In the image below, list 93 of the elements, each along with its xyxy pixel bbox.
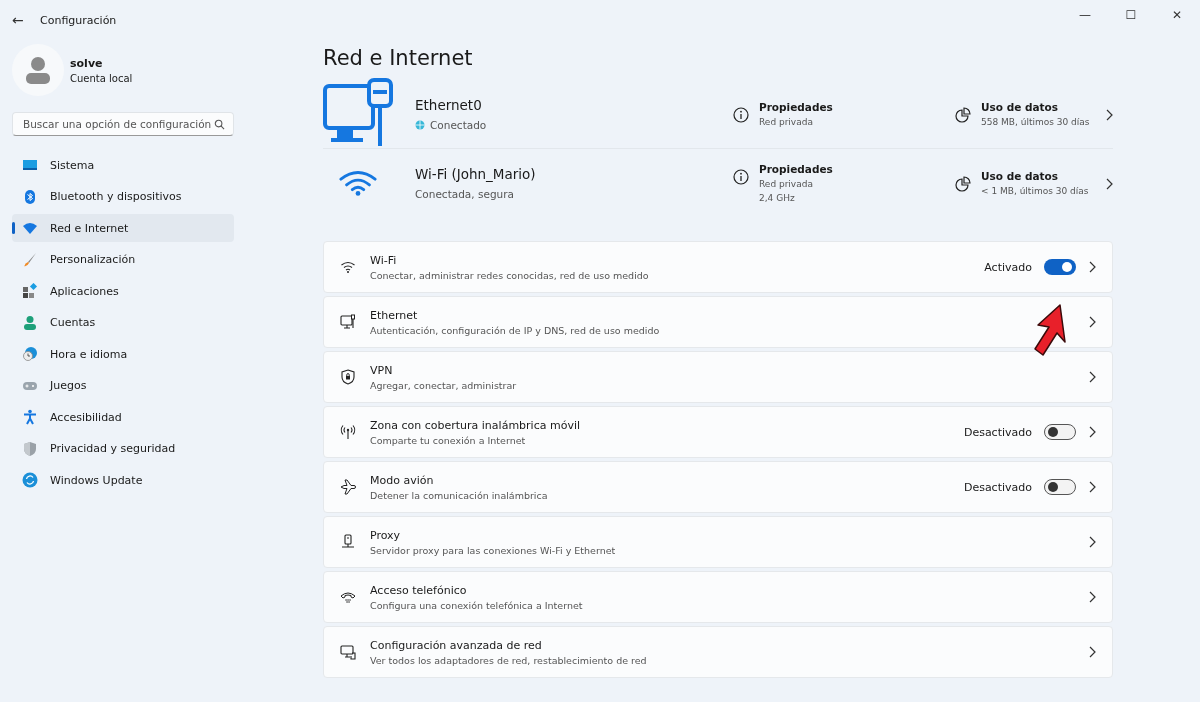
antenna-icon bbox=[340, 424, 356, 440]
toggle-status: Activado bbox=[984, 260, 1032, 274]
kiosk-icon bbox=[340, 534, 356, 550]
row-description: Conectar, administrar redes conocidas, red de uso medido bbox=[370, 269, 650, 281]
pie-chart-icon bbox=[955, 107, 971, 123]
shield-icon bbox=[340, 369, 356, 385]
chevron-icon bbox=[1088, 591, 1096, 603]
chevron-icon bbox=[1105, 178, 1113, 190]
row-title: VPN bbox=[370, 363, 394, 377]
shield-icon bbox=[22, 440, 38, 457]
chevron-icon bbox=[1088, 426, 1096, 438]
settings-row[interactable]: Proxy Servidor proxy para las conexiones Wi-Fi y Ethernet bbox=[323, 516, 1113, 568]
info-icon bbox=[733, 169, 749, 185]
pie-chart-icon bbox=[955, 176, 971, 192]
settings-row[interactable]: Acceso telefónico Configura una conexión telefónica a Internet bbox=[323, 571, 1113, 623]
settings-row[interactable]: Zona con cobertura inalámbrica móvil Comparte tu conexión a Internet Desactivado bbox=[323, 406, 1113, 458]
row-description: Ver todos los adaptadores de red, restablecimiento de red bbox=[370, 654, 648, 666]
back-button[interactable]: ← bbox=[12, 12, 40, 28]
row-description: Detener la comunicación inalámbrica bbox=[370, 489, 549, 501]
settings-row[interactable]: Modo avión Detener la comunicación inalámbrica Desactivado bbox=[323, 461, 1113, 513]
properties-link[interactable]: Propiedades Red privada bbox=[733, 101, 955, 127]
monitor-icon bbox=[22, 157, 38, 173]
avatar-icon bbox=[12, 44, 64, 96]
wifi-icon bbox=[22, 220, 38, 236]
chevron-icon bbox=[1088, 481, 1096, 493]
row-description: Agregar, conectar, administrar bbox=[370, 379, 518, 391]
computer-icon bbox=[340, 644, 356, 660]
user-name: solve bbox=[70, 56, 104, 70]
sidebar-item[interactable]: Hora e idioma bbox=[12, 340, 234, 368]
connection-status: Conectado bbox=[430, 119, 487, 131]
row-description: Comparte tu conexión a Internet bbox=[370, 434, 527, 446]
person-icon bbox=[22, 314, 38, 331]
row-title: Wi-Fi bbox=[370, 253, 398, 267]
info-icon bbox=[733, 107, 749, 123]
sidebar-item[interactable]: Accesibilidad bbox=[12, 403, 234, 431]
search-icon bbox=[214, 118, 225, 130]
settings-row[interactable]: VPN Agregar, conectar, administrar bbox=[323, 351, 1113, 403]
sidebar-item[interactable]: Privacidad y seguridad bbox=[12, 434, 234, 463]
toggle-switch[interactable] bbox=[1044, 259, 1076, 275]
chevron-icon bbox=[1088, 316, 1096, 328]
row-title: Modo avión bbox=[370, 473, 435, 487]
toggle-switch[interactable] bbox=[1044, 479, 1076, 495]
row-title: Acceso telefónico bbox=[370, 583, 468, 597]
properties-link[interactable]: Propiedades Red privada 2,4 GHz bbox=[733, 163, 955, 203]
airplane-icon bbox=[340, 479, 356, 495]
account-type: Cuenta local bbox=[70, 72, 133, 84]
row-description: Configura una conexión telefónica a Internet bbox=[370, 599, 584, 611]
monitor-icon bbox=[340, 314, 356, 330]
chevron-icon bbox=[1088, 371, 1096, 383]
chevron-icon bbox=[1105, 109, 1113, 121]
settings-row[interactable]: Ethernet Autenticación, configuración de IP y DNS, red de uso medido bbox=[323, 296, 1113, 348]
row-description: Servidor proxy para las conexiones Wi-Fi y Ethernet bbox=[370, 544, 617, 556]
row-title: Proxy bbox=[370, 528, 402, 542]
connection-name: Wi-Fi (John_Mario) bbox=[415, 166, 537, 182]
sidebar-item[interactable]: Bluetooth y dispositivos bbox=[12, 182, 234, 211]
sync-icon bbox=[22, 472, 38, 488]
sidebar-item[interactable]: Juegos bbox=[12, 371, 234, 400]
wifi-icon bbox=[339, 169, 377, 197]
close-button[interactable]: ✕ bbox=[1154, 0, 1200, 30]
row-description: Autenticación, configuración de IP y DNS, red de uso medido bbox=[370, 324, 661, 336]
globe-icon bbox=[415, 120, 425, 130]
connection-name: Ethernet0 bbox=[415, 97, 483, 113]
sidebar-item[interactable]: Red e Internet bbox=[12, 214, 234, 242]
chevron-icon bbox=[1088, 536, 1096, 548]
window-title: Configuración bbox=[40, 13, 117, 27]
toggle-status: Desactivado bbox=[963, 480, 1032, 494]
search-field[interactable]: Buscar una opción de configuración bbox=[12, 112, 234, 136]
clock-icon bbox=[22, 346, 38, 362]
toggle-switch[interactable] bbox=[1044, 424, 1076, 440]
settings-row[interactable]: Configuración avanzada de red Ver todos los adaptadores de red, restablecimiento de red bbox=[323, 626, 1113, 678]
toggle-status: Desactivado bbox=[963, 425, 1032, 439]
sidebar-item[interactable]: Sistema bbox=[12, 151, 234, 179]
row-title: Configuración avanzada de red bbox=[370, 638, 543, 652]
apps-icon bbox=[22, 283, 38, 299]
chevron-icon bbox=[1088, 646, 1096, 658]
data-usage-link[interactable]: Uso de datos < 1 MB, últimos 30 días bbox=[955, 170, 1113, 196]
bluetooth-icon bbox=[22, 188, 38, 205]
wifi-icon bbox=[340, 259, 356, 275]
accessibility-icon bbox=[22, 409, 38, 425]
minimize-button[interactable]: — bbox=[1062, 0, 1108, 30]
connection-status: Conectada, segura bbox=[415, 188, 514, 200]
sidebar-item[interactable]: Personalización bbox=[12, 245, 234, 274]
row-title: Zona con cobertura inalámbrica móvil bbox=[370, 418, 581, 432]
sidebar-item[interactable]: Aplicaciones bbox=[12, 277, 234, 305]
data-usage-link[interactable]: Uso de datos 558 MB, últimos 30 días bbox=[955, 101, 1113, 127]
sidebar-item[interactable]: Cuentas bbox=[12, 308, 234, 337]
page-title: Red e Internet bbox=[323, 46, 474, 70]
phone-icon bbox=[340, 589, 356, 605]
chevron-icon bbox=[1088, 261, 1096, 273]
maximize-button[interactable]: ☐ bbox=[1108, 0, 1154, 30]
row-title: Ethernet bbox=[370, 308, 419, 322]
sidebar-item[interactable]: Windows Update bbox=[12, 466, 234, 494]
settings-row[interactable]: Wi-Fi Conectar, administrar redes conocidas, red de uso medido Activado bbox=[323, 241, 1113, 293]
